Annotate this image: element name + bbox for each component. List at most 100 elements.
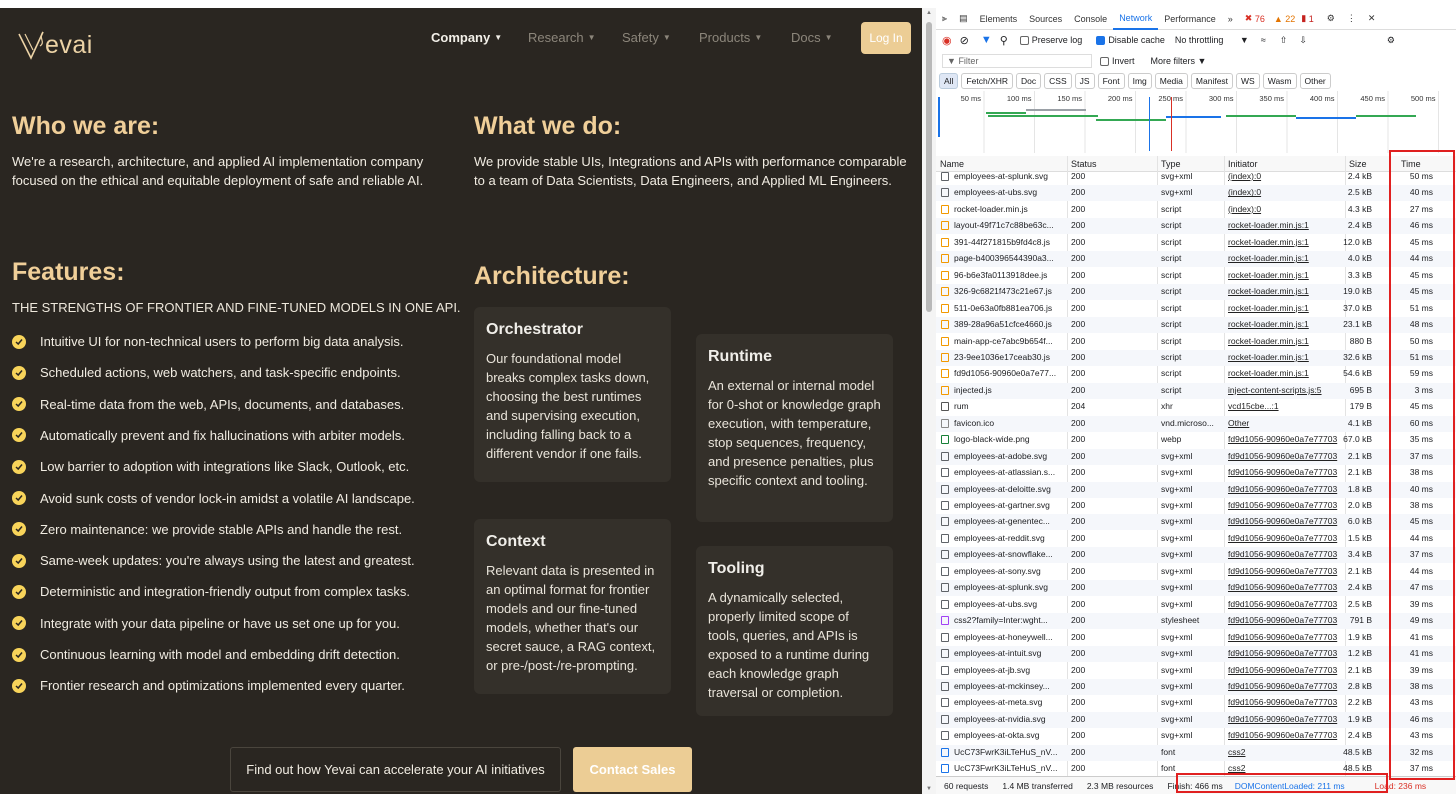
request-row[interactable]: rocket-loader.min.js 200 script (index):0 4.…	[936, 202, 1456, 218]
request-initiator[interactable]: fd9d1056-90960e0a7e77703	[1228, 632, 1346, 642]
nav-company[interactable]: Company ▼	[431, 30, 502, 45]
request-row[interactable]: 389-28a96a51cfce4660.js 200 script rocket-l…	[936, 317, 1456, 334]
record-icon[interactable]: ◉	[942, 34, 952, 47]
tab-network[interactable]: Network	[1113, 8, 1159, 30]
device-toolbar-icon[interactable]: ▤	[953, 8, 974, 30]
disable-cache-checkbox[interactable]: Disable cache	[1096, 35, 1165, 46]
type-filter-doc[interactable]: Doc	[1016, 73, 1042, 89]
request-initiator[interactable]: fd9d1056-90960e0a7e77703	[1228, 681, 1346, 691]
request-row[interactable]: employees-at-nvidia.svg 200 svg+xml fd9d105…	[936, 711, 1456, 728]
request-row[interactable]: employees-at-mckinsey... 200 svg+xml fd9d10…	[936, 678, 1456, 695]
request-row[interactable]: employees-at-snowflake... 200 svg+xml fd9d1…	[936, 547, 1456, 564]
type-filter-manifest[interactable]: Manifest	[1190, 73, 1234, 89]
tab-sources[interactable]: Sources	[1023, 8, 1068, 30]
request-row[interactable]: employees-at-meta.svg 200 svg+xml fd9d1056-…	[936, 695, 1456, 711]
tab-performance[interactable]: Performance	[1158, 8, 1222, 30]
settings-gear-icon[interactable]: ⚙	[1321, 8, 1341, 30]
request-row[interactable]: css2?family=Inter:wght... 200 stylesheet fd…	[936, 613, 1456, 630]
request-row[interactable]: logo-black-wide.png 200 webp fd9d1056-90960…	[936, 432, 1456, 448]
request-row[interactable]: 511-0e63a0fb881ea706.js 200 script rocket-l…	[936, 301, 1456, 317]
request-row[interactable]: employees-at-splunk.svg 200 svg+xml fd9d105…	[936, 580, 1456, 597]
close-devtools-icon[interactable]: ✕	[1362, 8, 1382, 30]
col-size[interactable]: Size	[1349, 159, 1367, 169]
wifi-icon[interactable]: ≈	[1261, 35, 1266, 45]
request-initiator[interactable]: vcd15cbe...:1	[1228, 401, 1346, 411]
type-filter-media[interactable]: Media	[1154, 73, 1188, 89]
request-initiator[interactable]: fd9d1056-90960e0a7e77703	[1228, 516, 1346, 526]
more-filters-dropdown[interactable]: More filters ▼	[1151, 56, 1207, 66]
warning-count-badge[interactable]: ▲ 22	[1271, 8, 1298, 30]
request-initiator[interactable]: fd9d1056-90960e0a7e77703	[1228, 533, 1346, 543]
col-name[interactable]: Name	[940, 159, 964, 169]
scroll-down-arrow-icon[interactable]: ▼	[926, 786, 932, 792]
request-initiator[interactable]: rocket-loader.min.js:1	[1228, 220, 1346, 230]
clear-icon[interactable]: ⊘	[960, 34, 969, 47]
cta-text-box[interactable]: Find out how Yevai can accelerate your A…	[230, 747, 561, 792]
invert-checkbox[interactable]: Invert	[1100, 56, 1135, 67]
request-initiator[interactable]: (index):0	[1228, 204, 1346, 214]
request-initiator[interactable]: inject-content-scripts.js:5	[1228, 385, 1346, 395]
contact-sales-button[interactable]: Contact Sales	[573, 747, 692, 792]
col-status[interactable]: Status	[1071, 159, 1097, 169]
type-filter-fetch-xhr[interactable]: Fetch/XHR	[961, 73, 1014, 89]
request-row[interactable]: UcC73FwrK3iLTeHuS_nV... 200 font css2 48.5 k…	[936, 744, 1456, 761]
request-row[interactable]: injected.js 200 script inject-content-scrip…	[936, 382, 1456, 399]
nav-products[interactable]: Products ▼	[699, 30, 762, 45]
page-scrollbar[interactable]: ▲ ▼	[922, 8, 936, 794]
request-initiator[interactable]: fd9d1056-90960e0a7e77703	[1228, 599, 1346, 609]
request-row[interactable]: employees-at-reddit.svg 200 svg+xml fd9d105…	[936, 531, 1456, 547]
type-filter-img[interactable]: Img	[1127, 73, 1152, 89]
upload-icon[interactable]: ⇧	[1280, 35, 1288, 46]
request-row[interactable]: employees-at-genentec... 200 svg+xml fd9d10…	[936, 514, 1456, 531]
preserve-log-checkbox[interactable]: Preserve log	[1019, 35, 1082, 46]
type-filter-ws[interactable]: WS	[1236, 73, 1260, 89]
request-row[interactable]: page-b400396544390a3... 200 script rocket-l…	[936, 251, 1456, 268]
request-row[interactable]: layout-49f71c7c88be63c... 200 script rocket…	[936, 218, 1456, 235]
request-initiator[interactable]: (index):0	[1228, 187, 1346, 197]
request-row[interactable]: employees-at-okta.svg 200 svg+xml fd9d1056-…	[936, 728, 1456, 744]
request-initiator[interactable]: css2	[1228, 747, 1346, 757]
request-row[interactable]: 23-9ee1036e17ceab30.js 200 script rocket-lo…	[936, 349, 1456, 366]
request-initiator[interactable]: rocket-loader.min.js:1	[1228, 368, 1346, 378]
network-settings-gear-icon[interactable]: ⚙	[1387, 35, 1395, 46]
request-initiator[interactable]: rocket-loader.min.js:1	[1228, 303, 1346, 313]
type-filter-all[interactable]: All	[939, 73, 959, 89]
request-row[interactable]: employees-at-jb.svg 200 svg+xml fd9d1056-90…	[936, 663, 1456, 679]
request-row[interactable]: employees-at-ubs.svg 200 svg+xml fd9d1056-9…	[936, 597, 1456, 613]
nav-docs[interactable]: Docs ▼	[791, 30, 833, 45]
request-initiator[interactable]: fd9d1056-90960e0a7e77703	[1228, 467, 1346, 477]
request-row[interactable]: employees-at-honeywell... 200 svg+xml fd9d1…	[936, 630, 1456, 646]
scroll-up-arrow-icon[interactable]: ▲	[926, 10, 932, 16]
issues-count-badge[interactable]: ▮ 1	[1298, 8, 1316, 30]
nav-research[interactable]: Research ▼	[528, 30, 596, 45]
col-initiator[interactable]: Initiator	[1228, 159, 1258, 169]
request-row[interactable]: employees-at-adobe.svg 200 svg+xml fd9d1056…	[936, 448, 1456, 465]
request-initiator[interactable]: css2	[1228, 763, 1346, 773]
request-initiator[interactable]: fd9d1056-90960e0a7e77703	[1228, 730, 1346, 740]
download-icon[interactable]: ⇩	[1299, 35, 1307, 46]
more-options-icon[interactable]: ⋮	[1341, 8, 1362, 30]
request-row[interactable]: 326-9c6821f473c21e67.js 200 script rocket-l…	[936, 284, 1456, 301]
login-button[interactable]: Log In	[861, 22, 911, 54]
request-initiator[interactable]: fd9d1056-90960e0a7e77703	[1228, 549, 1346, 559]
tab-console[interactable]: Console	[1068, 8, 1113, 30]
request-row[interactable]: employees-at-intuit.svg 200 svg+xml fd9d105…	[936, 646, 1456, 663]
request-initiator[interactable]: fd9d1056-90960e0a7e77703	[1228, 714, 1346, 724]
error-count-badge[interactable]: ✖ 76	[1239, 8, 1271, 30]
col-type[interactable]: Type	[1161, 159, 1181, 169]
request-initiator[interactable]: rocket-loader.min.js:1	[1228, 237, 1346, 247]
request-row[interactable]: employees-at-deloitte.svg 200 svg+xml fd9d1…	[936, 481, 1456, 498]
nav-safety[interactable]: Safety ▼	[622, 30, 671, 45]
request-row[interactable]: employees-at-gartner.svg 200 svg+xml fd9d10…	[936, 498, 1456, 514]
request-row[interactable]: employees-at-atlassian.s... 200 svg+xml fd9…	[936, 465, 1456, 481]
request-row[interactable]: rum 204 xhr vcd15cbe...:1 179 B 45 ms	[936, 399, 1456, 415]
tab-elements[interactable]: Elements	[974, 8, 1024, 30]
request-initiator[interactable]: rocket-loader.min.js:1	[1228, 352, 1346, 362]
request-row[interactable]: employees-at-sony.svg 200 svg+xml fd9d1056-…	[936, 564, 1456, 580]
request-initiator[interactable]: fd9d1056-90960e0a7e77703	[1228, 615, 1346, 625]
scrollbar-thumb[interactable]	[926, 22, 932, 312]
request-initiator[interactable]: fd9d1056-90960e0a7e77703	[1228, 500, 1346, 510]
throttling-select[interactable]: No throttling ▼	[1175, 35, 1249, 45]
request-row[interactable]: main-app-ce7abc9b654f... 200 script rocket-…	[936, 334, 1456, 350]
request-initiator[interactable]: rocket-loader.min.js:1	[1228, 253, 1346, 263]
